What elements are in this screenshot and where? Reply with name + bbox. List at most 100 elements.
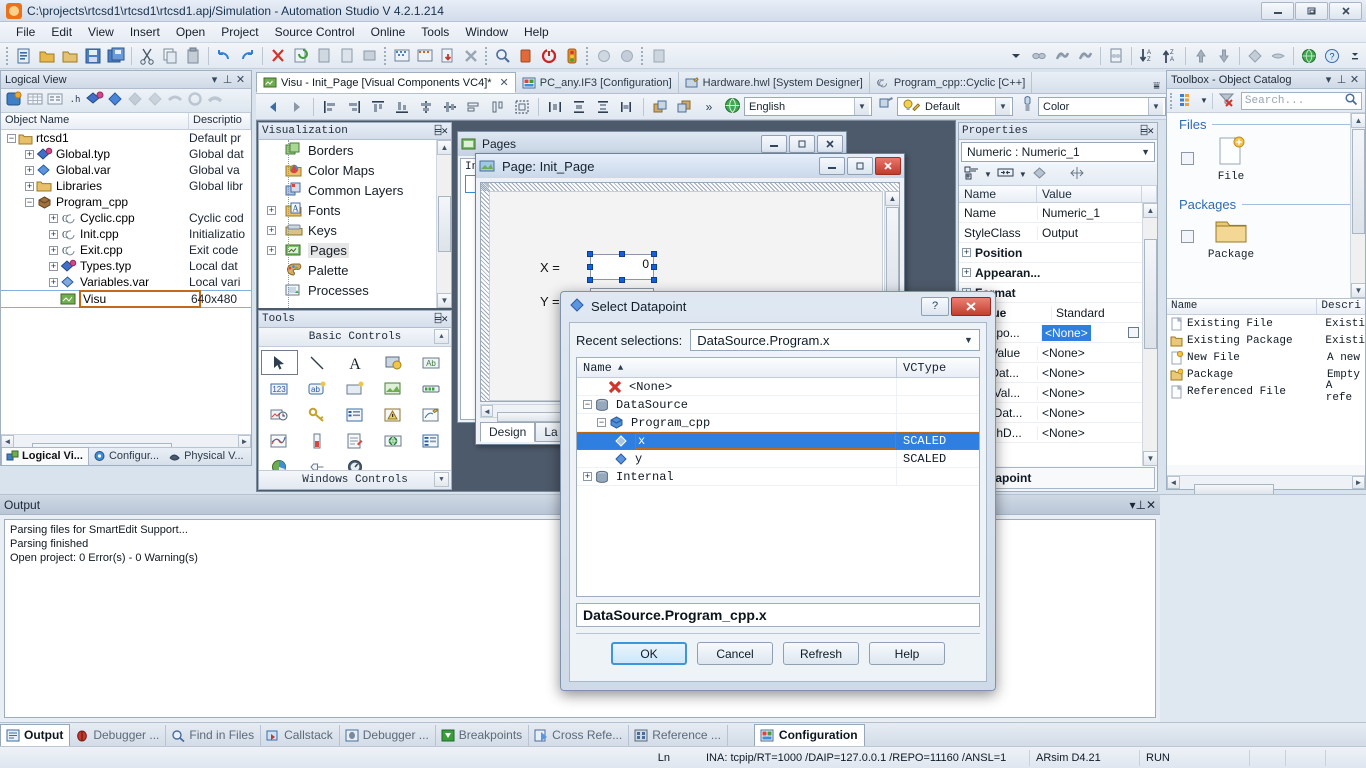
categorize-icon[interactable] xyxy=(963,165,980,184)
toolbox-search-input[interactable]: Search... xyxy=(1240,91,1362,110)
menu-item-edit[interactable]: Edit xyxy=(43,23,80,41)
property-row-appearance[interactable]: + Appearan... xyxy=(959,263,1157,283)
property-row-styleclass[interactable]: StyleClass Output xyxy=(959,223,1157,243)
chevron-down-icon[interactable]: ▼ xyxy=(1141,147,1154,157)
resize-handle-e[interactable] xyxy=(651,264,657,270)
visualization-vscrollbar[interactable]: ▲ ▼ xyxy=(436,140,451,308)
simulation-all-icon[interactable] xyxy=(414,45,436,67)
float-icon[interactable]: ⌸ xyxy=(435,312,442,326)
init-page-titlebar[interactable]: Page: Init_Page xyxy=(476,154,904,178)
bottom-tab-debugger-1[interactable]: Debugger ... xyxy=(70,725,167,746)
search-icon[interactable] xyxy=(1344,92,1358,110)
chevron-down-icon[interactable]: ▼ xyxy=(960,330,977,350)
tool-slider[interactable] xyxy=(299,428,336,453)
property-value[interactable]: <None> xyxy=(1037,425,1157,440)
help-button[interactable]: Help xyxy=(869,642,945,665)
pin-icon[interactable]: ⊥ xyxy=(1335,73,1348,86)
expander-icon[interactable]: + xyxy=(583,472,592,481)
expander-icon[interactable]: + xyxy=(49,229,58,239)
resize-handle-w[interactable] xyxy=(587,264,593,270)
center-horizontal-icon[interactable] xyxy=(415,96,437,118)
property-value-selected[interactable]: <None> xyxy=(1041,324,1091,341)
resize-handle-sw[interactable] xyxy=(587,277,593,283)
editor-tab-pc-any[interactable]: PC_any.IF3 [Configuration] xyxy=(516,72,679,93)
align-left-icon[interactable] xyxy=(319,96,341,118)
tree-row-cyclic-cpp[interactable]: + C Cyclic.cpp Cyclic cod xyxy=(1,210,251,226)
float-icon[interactable]: ⌸ xyxy=(435,124,442,138)
bottom-tab-reference[interactable]: Reference ... xyxy=(629,725,728,746)
column-object-name[interactable]: Object Name xyxy=(1,113,189,129)
float-icon[interactable]: ⌸ xyxy=(1141,124,1148,138)
bring-front-icon[interactable] xyxy=(649,96,671,118)
stop-icon[interactable] xyxy=(460,45,482,67)
tool-table-ctrl[interactable] xyxy=(412,428,449,453)
tool-listbox[interactable] xyxy=(337,402,374,427)
pin-icon[interactable]: ⊥ xyxy=(1135,498,1145,512)
tree-label-edit-input[interactable]: Visu xyxy=(79,290,201,308)
chevron-down-icon[interactable]: ▼ xyxy=(1148,98,1163,115)
menu-item-open[interactable]: Open xyxy=(168,23,213,41)
tool-label[interactable]: Ab xyxy=(412,350,449,375)
tool-note[interactable] xyxy=(337,428,374,453)
expander-icon[interactable]: + xyxy=(962,248,971,257)
pages-restore-button[interactable] xyxy=(789,135,815,153)
scroll-up-arrow-icon[interactable]: ▲ xyxy=(437,140,451,155)
expander-icon[interactable]: + xyxy=(267,225,276,235)
expander-icon[interactable]: + xyxy=(267,205,276,215)
variable-icon[interactable] xyxy=(1244,45,1266,67)
menu-item-source-control[interactable]: Source Control xyxy=(267,23,363,41)
column-value[interactable]: Value xyxy=(1037,186,1141,202)
tree-row-program-cpp[interactable]: − Program_cpp xyxy=(1,194,251,210)
minimize-button[interactable] xyxy=(1261,2,1294,20)
scroll-thumb[interactable] xyxy=(438,196,451,252)
power-icon[interactable] xyxy=(538,45,560,67)
menu-item-tools[interactable]: Tools xyxy=(413,23,457,41)
chevron-down-icon[interactable]: ▼ xyxy=(995,98,1010,115)
debug-step-icon[interactable] xyxy=(1051,45,1073,67)
toolbar-overflow-icon[interactable] xyxy=(1344,45,1366,67)
bottom-tab-callstack[interactable]: Callstack xyxy=(261,725,340,746)
warn-icon[interactable] xyxy=(515,45,537,67)
size-width-icon[interactable] xyxy=(463,96,485,118)
cancel-button[interactable]: Cancel xyxy=(697,642,773,665)
list-item-existing-file[interactable]: Existing File Existi xyxy=(1167,315,1365,332)
close-icon[interactable]: ✕ xyxy=(441,124,448,138)
tree-row-visu[interactable]: Visu 640x480 xyxy=(1,290,251,308)
open-package-icon[interactable] xyxy=(59,45,81,67)
header-icon[interactable]: .h xyxy=(66,90,84,111)
bottom-tab-breakpoints[interactable]: Breakpoints xyxy=(436,725,530,746)
align-top-icon[interactable] xyxy=(367,96,389,118)
scroll-right-arrow-icon[interactable]: ► xyxy=(1352,476,1365,489)
chevron-down-icon[interactable]: ▼ xyxy=(854,98,869,115)
undo-icon[interactable] xyxy=(213,45,235,67)
toolbar-grip[interactable] xyxy=(6,46,10,65)
ref2-icon[interactable] xyxy=(186,90,204,111)
tools-collapse-down-icon[interactable]: ▼ xyxy=(434,472,449,487)
expander-icon[interactable]: + xyxy=(267,245,276,255)
center-vertical-icon[interactable] xyxy=(439,96,461,118)
nav-back-icon[interactable] xyxy=(262,96,284,118)
init-page-restore-button[interactable] xyxy=(847,157,873,175)
scroll-up-arrow-icon[interactable]: ▲ xyxy=(885,191,899,206)
style-combo[interactable]: Default ▼ xyxy=(897,97,1013,116)
redo-icon[interactable] xyxy=(236,45,258,67)
toolbox-hscrollbar[interactable]: ◄ ► xyxy=(1167,475,1365,495)
make-same-width-icon[interactable] xyxy=(616,96,638,118)
close-button[interactable] xyxy=(1329,2,1362,20)
properties-object-selector[interactable]: Numeric : Numeric_1 ▼ xyxy=(961,142,1155,162)
toolbar-grip-5[interactable] xyxy=(641,46,645,65)
chevron-down-icon[interactable]: ▼ xyxy=(1200,96,1208,105)
globe-icon[interactable] xyxy=(1298,45,1320,67)
tool-text[interactable]: A xyxy=(337,350,374,375)
expander-icon[interactable]: + xyxy=(25,181,34,191)
tool-alarm[interactable] xyxy=(374,402,411,427)
column-vctype-header[interactable]: VCType xyxy=(897,358,979,377)
datapoint-row-x[interactable]: x SCALED xyxy=(577,432,979,450)
scroll-up-arrow-icon[interactable]: ▲ xyxy=(1143,203,1157,218)
datapoint-row-y[interactable]: y SCALED xyxy=(577,449,979,468)
tree-row-variables-var[interactable]: + Variables.var Local vari xyxy=(1,274,251,290)
up-arrow-icon[interactable] xyxy=(1190,45,1212,67)
pages-close-button[interactable] xyxy=(817,135,843,153)
tab-design[interactable]: Design xyxy=(480,422,536,442)
datapoint-icon[interactable] xyxy=(1031,165,1048,184)
